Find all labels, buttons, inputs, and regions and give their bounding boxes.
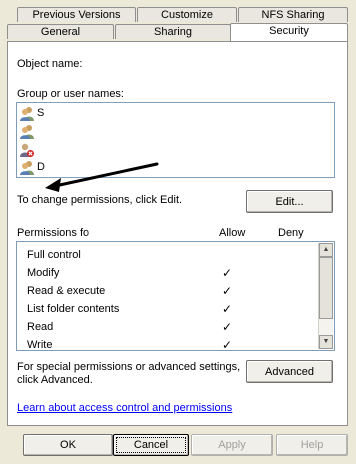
change-permissions-text: To change permissions, click Edit. xyxy=(17,194,183,206)
tab-row-back: Previous Versions Customize NFS Sharing xyxy=(0,7,356,23)
users-group-icon xyxy=(19,160,35,176)
special-permissions-text: For special permissions or advanced sett… xyxy=(17,361,240,387)
user-list-item-label: S xyxy=(37,107,45,119)
permissions-for-label: Permissions fo xyxy=(17,227,90,239)
redacted-object-name xyxy=(86,54,206,70)
permissions-scrollbar[interactable]: ▲ ▼ xyxy=(318,243,333,349)
ok-button[interactable]: OK xyxy=(23,434,113,456)
permission-row: Read & execute ✓ xyxy=(19,283,314,301)
permission-row: Write ✓ xyxy=(19,337,314,351)
scroll-up-arrow-icon[interactable]: ▲ xyxy=(319,243,333,257)
allow-check-icon: ✓ xyxy=(221,338,233,351)
permission-row: Read ✓ xyxy=(19,319,314,337)
users-group-icon xyxy=(19,106,35,122)
user-denied-icon xyxy=(19,142,35,158)
redacted-user-name xyxy=(41,124,101,138)
tab-nfs-sharing[interactable]: NFS Sharing xyxy=(238,7,348,22)
group-users-label: Group or user names: xyxy=(17,88,124,100)
permission-name: Write xyxy=(27,339,53,351)
redacted-user-name xyxy=(47,106,137,120)
permission-row: Full control xyxy=(19,247,314,265)
advanced-button[interactable]: Advanced xyxy=(246,360,333,383)
tab-previous-versions[interactable]: Previous Versions xyxy=(17,7,136,22)
tab-security[interactable]: Security xyxy=(230,23,348,41)
object-name-label: Object name: xyxy=(17,58,83,70)
special-permissions-line: click Advanced. xyxy=(17,374,93,386)
apply-button[interactable]: Apply xyxy=(191,434,273,456)
permission-name: Read & execute xyxy=(27,285,106,297)
allow-check-icon: ✓ xyxy=(221,266,233,280)
allow-check-icon: ✓ xyxy=(221,284,233,298)
cancel-button[interactable]: Cancel xyxy=(113,434,189,456)
user-list-item[interactable] xyxy=(19,142,269,158)
permission-name: Full control xyxy=(27,249,81,261)
tab-sharing[interactable]: Sharing xyxy=(115,24,231,39)
permission-row: Modify ✓ xyxy=(19,265,314,283)
edit-button[interactable]: Edit... xyxy=(246,190,333,213)
permission-name: Modify xyxy=(27,267,60,279)
allow-check-icon: ✓ xyxy=(221,320,233,334)
learn-access-control-link[interactable]: Learn about access control and permissio… xyxy=(17,402,232,414)
permissions-listbox[interactable]: Full control Modify ✓ Read & execute ✓ L… xyxy=(16,241,335,351)
permission-row: List folder contents ✓ xyxy=(19,301,314,319)
allow-header: Allow xyxy=(219,227,246,239)
redacted-permissions-subject xyxy=(90,219,130,237)
tab-row-front: General Sharing Security xyxy=(0,23,356,41)
help-button[interactable]: Help xyxy=(276,434,348,456)
allow-check-icon: ✓ xyxy=(221,302,233,316)
permission-name: List folder contents xyxy=(27,303,120,315)
scroll-down-arrow-icon[interactable]: ▼ xyxy=(319,335,333,349)
permission-name: Read xyxy=(27,321,54,333)
users-listbox[interactable]: S D xyxy=(16,102,335,192)
tab-customize[interactable]: Customize xyxy=(137,7,237,22)
special-permissions-line: For special permissions or advanced sett… xyxy=(17,361,241,373)
security-panel: Object name: Group or user names: S D To… xyxy=(7,41,348,426)
scrollbar-thumb[interactable] xyxy=(319,257,333,319)
users-group-icon xyxy=(19,124,35,140)
tab-general[interactable]: General xyxy=(7,24,114,39)
deny-header: Deny xyxy=(278,227,304,239)
